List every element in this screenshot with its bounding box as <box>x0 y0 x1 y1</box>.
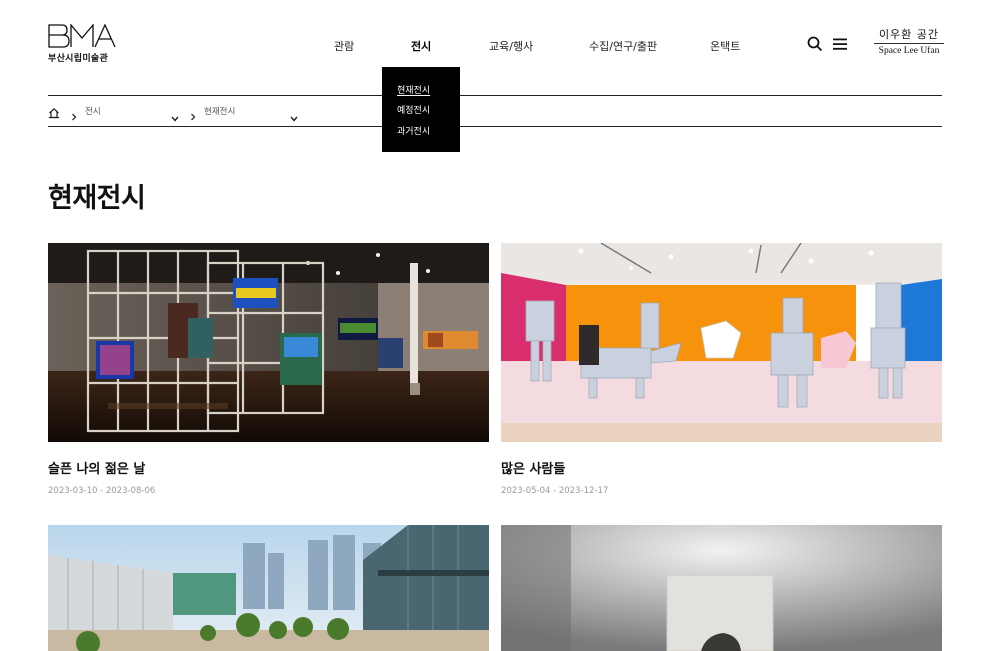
chevron-down-icon[interactable] <box>290 107 298 122</box>
breadcrumb-separator-icon <box>190 106 196 121</box>
bma-logo-mark <box>48 24 116 48</box>
exhibition-thumbnail[interactable] <box>48 525 489 651</box>
exhibition-card[interactable]: 많은 사람들 2023-05-04 - 2023-12-17 <box>501 243 942 496</box>
space-lee-ufan-link[interactable]: 이우환 공간 Space Lee Ufan <box>874 26 944 56</box>
breadcrumb: 전시 현재전시 <box>48 104 942 122</box>
exhibition-date: 2023-03-10 - 2023-08-06 <box>48 486 156 496</box>
exhibition-thumbnail[interactable] <box>501 525 942 651</box>
submenu-item-upcoming[interactable]: 예정전시 <box>397 103 430 116</box>
exhibition-thumbnail[interactable] <box>501 243 942 442</box>
nav-item-collection[interactable]: 수집/연구/출판 <box>589 38 657 54</box>
space-lee-ufan-english: Space Lee Ufan <box>878 46 940 56</box>
exhibition-title[interactable]: 많은 사람들 <box>501 458 565 477</box>
page-title: 현재전시 <box>48 183 146 214</box>
exhibition-card[interactable] <box>48 525 489 651</box>
home-icon[interactable] <box>48 104 60 119</box>
breadcrumb-level2[interactable]: 현재전시 <box>204 105 235 117</box>
divider-top <box>48 95 942 96</box>
museum-logo[interactable]: 부산시립미술관 <box>48 24 118 64</box>
space-lee-ufan-korean: 이우환 공간 <box>874 26 944 44</box>
chevron-down-icon[interactable] <box>171 107 179 122</box>
submenu-item-past[interactable]: 과거전시 <box>397 124 430 137</box>
exhibition-thumbnail[interactable] <box>48 243 489 442</box>
submenu-item-current[interactable]: 현재전시 <box>397 83 430 96</box>
nav-item-exhibition[interactable]: 전시 <box>411 38 431 54</box>
exhibition-submenu: 현재전시 예정전시 과거전시 <box>382 67 460 152</box>
search-icon[interactable] <box>807 36 823 52</box>
nav-item-education[interactable]: 교육/행사 <box>489 38 533 54</box>
menu-icon[interactable] <box>832 36 848 52</box>
exhibition-date: 2023-05-04 - 2023-12-17 <box>501 486 609 496</box>
exhibition-card[interactable]: 슬픈 나의 젊은 날 2023-03-10 - 2023-08-06 <box>48 243 489 496</box>
breadcrumb-separator-icon <box>71 106 77 121</box>
divider-bottom <box>48 126 942 127</box>
site-header: 부산시립미술관 관람 전시 교육/행사 수집/연구/출판 온택트 이우환 공간 … <box>0 0 1001 95</box>
logo-subtitle: 부산시립미술관 <box>48 54 109 64</box>
exhibition-title[interactable]: 슬픈 나의 젊은 날 <box>48 458 145 477</box>
exhibition-card[interactable] <box>501 525 942 651</box>
nav-item-ontact[interactable]: 온택트 <box>710 38 740 54</box>
nav-item-visit[interactable]: 관람 <box>334 38 354 54</box>
breadcrumb-level1[interactable]: 전시 <box>85 105 101 117</box>
